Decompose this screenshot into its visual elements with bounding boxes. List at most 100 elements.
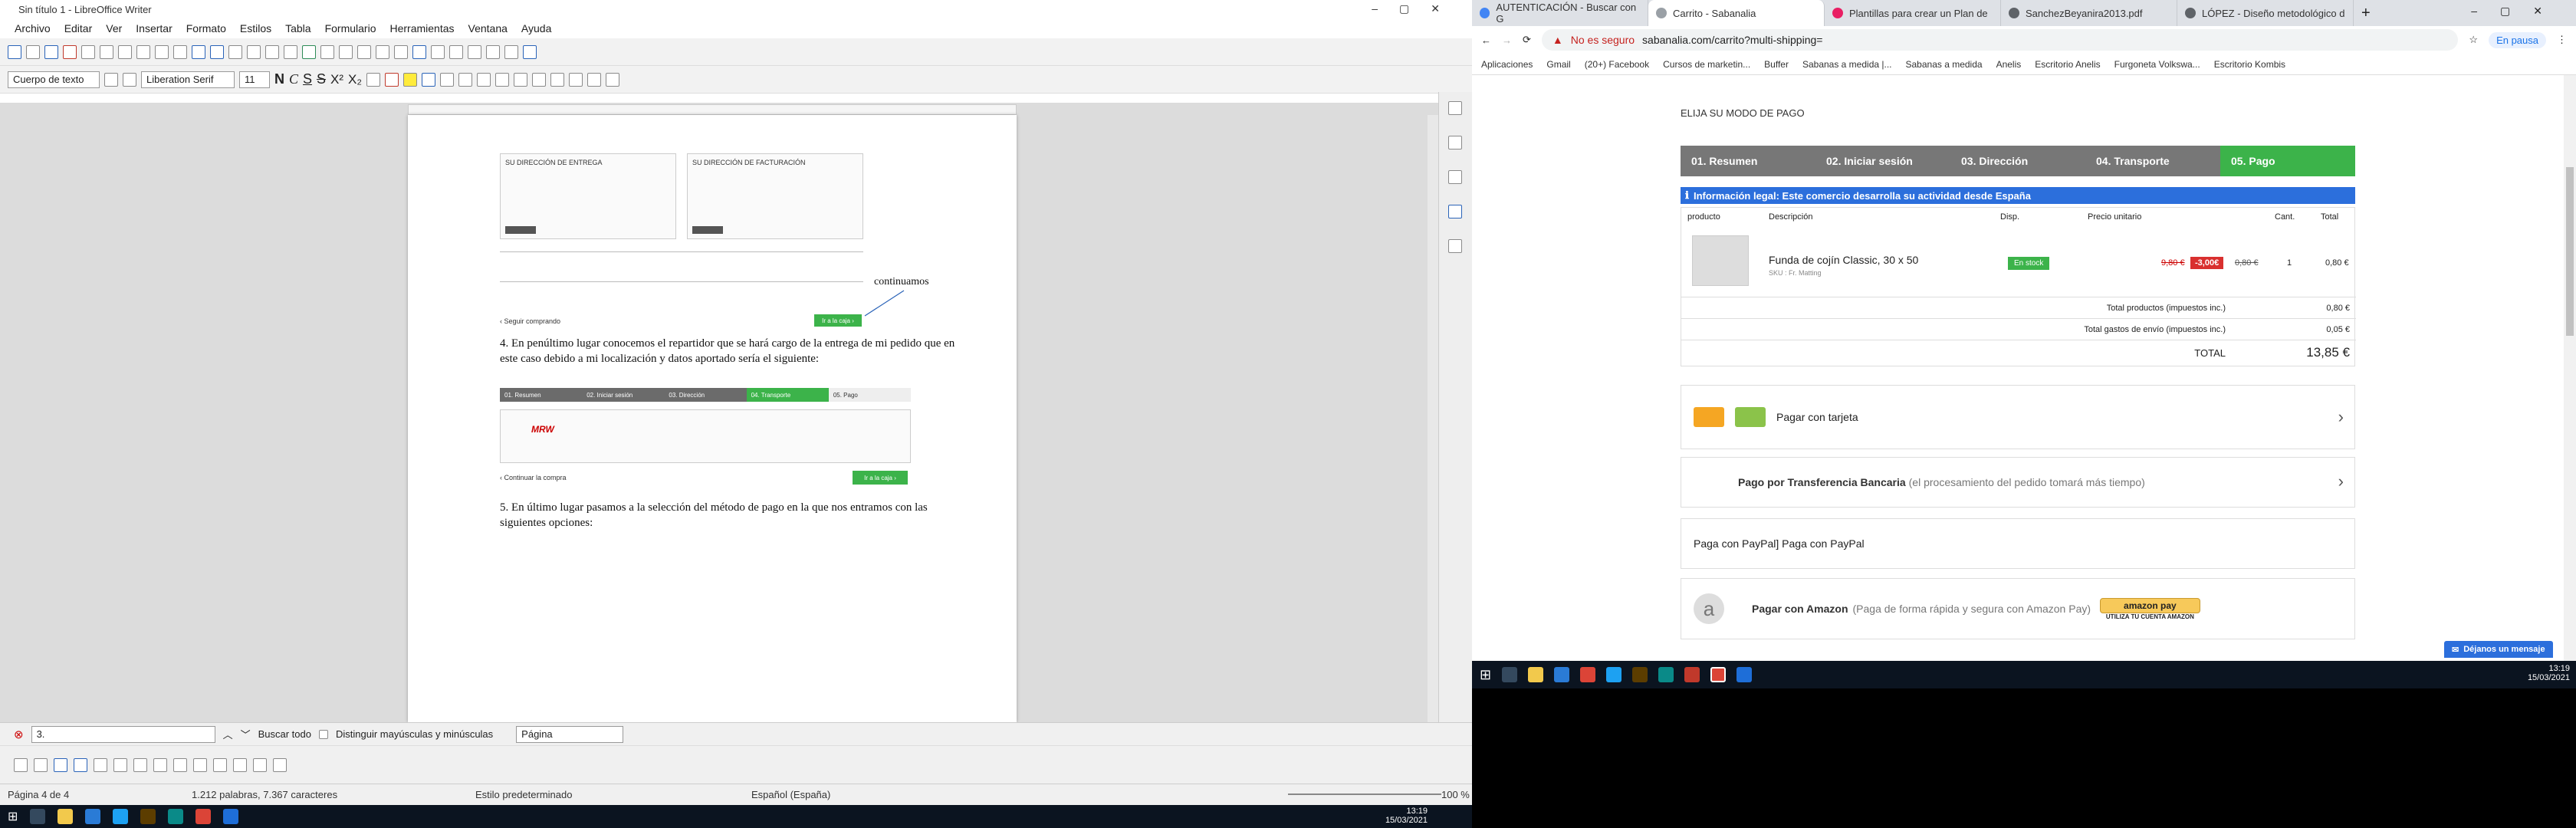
chrome-active-icon[interactable] (1710, 667, 1727, 682)
page-style[interactable]: Estilo predeterminado (475, 789, 572, 800)
bookmark-gmail[interactable]: Gmail (1546, 59, 1570, 70)
language[interactable]: Español (España) (751, 789, 830, 800)
italic-icon[interactable]: C (289, 71, 298, 87)
copy-icon[interactable] (136, 44, 150, 59)
bookmark-anelis[interactable]: Anelis (1996, 59, 2022, 70)
zoom-slider[interactable] (1288, 794, 1441, 795)
tab-1[interactable]: AUTENTICACIÓN - Buscar con G (1472, 0, 1648, 26)
menu-editar[interactable]: Editar (58, 22, 100, 34)
outline-icon[interactable] (532, 72, 546, 87)
pay-paypal-option[interactable]: Paga con PayPal] Paga con PayPal (1681, 518, 2355, 569)
menu-herramientas[interactable]: Herramientas (383, 22, 461, 34)
window-controls[interactable]: –▢✕ (1372, 2, 1461, 15)
profile-button[interactable]: En pausa (2489, 31, 2546, 48)
menu-ventana[interactable]: Ventana (462, 22, 514, 34)
field-icon[interactable] (376, 44, 389, 59)
chrome-icon[interactable] (196, 809, 212, 824)
footnote-icon[interactable] (431, 44, 445, 59)
curve-icon[interactable] (74, 757, 87, 772)
line-icon[interactable] (486, 44, 500, 59)
update-style-icon[interactable] (104, 72, 118, 87)
chrome-icon[interactable] (1580, 667, 1596, 682)
new-style-icon[interactable] (123, 72, 136, 87)
bookmark-kombis[interactable]: Escritorio Kombis (2214, 59, 2285, 70)
bookmark-facebook[interactable]: (20+) Facebook (1585, 59, 1649, 70)
spelling-icon[interactable] (247, 44, 261, 59)
save-icon[interactable] (44, 44, 58, 59)
windows-start-icon[interactable]: ⊞ (8, 809, 18, 824)
match-case-checkbox[interactable] (318, 729, 328, 739)
vscode-icon[interactable] (85, 809, 101, 824)
table-icon[interactable] (284, 44, 297, 59)
page-icon[interactable] (1448, 136, 1462, 150)
bookmark-apps[interactable]: Aplicaciones (1481, 59, 1533, 70)
track-changes-icon[interactable] (468, 44, 481, 59)
menu-icon[interactable]: ⋮ (2557, 34, 2567, 46)
tab-4[interactable]: SanchezBeyanira2013.pdf (2001, 0, 2177, 26)
document-page[interactable]: SU DIRECCIÓN DE ENTREGA SU DIRECCIÓN DE … (408, 115, 1017, 722)
line-spacing-icon[interactable] (587, 72, 601, 87)
menu-archivo[interactable]: Archivo (8, 22, 58, 34)
triangle-icon[interactable] (133, 757, 147, 772)
find-all-button[interactable]: Buscar todo (258, 728, 311, 740)
stars-icon[interactable] (213, 757, 227, 772)
font-color-icon[interactable] (385, 72, 399, 87)
back-icon[interactable]: ← (1481, 34, 1491, 46)
gallery-icon[interactable] (1448, 205, 1462, 219)
menu-ver[interactable]: Ver (99, 22, 129, 34)
undo-icon[interactable] (192, 44, 205, 59)
edge-icon[interactable] (1658, 667, 1674, 682)
print-icon[interactable] (81, 44, 95, 59)
tab-3[interactable]: Plantillas para crear un Plan de (1825, 0, 2001, 26)
subscript-icon[interactable]: X₂ (348, 72, 362, 87)
product-name[interactable]: Funda de cojín Classic, 30 x 50 (1769, 254, 1918, 266)
menu-estilos[interactable]: Estilos (233, 22, 278, 34)
menu-insertar[interactable]: Insertar (129, 22, 179, 34)
chat-widget[interactable]: ✉ Déjanos un mensaje (2444, 641, 2553, 658)
clone-icon[interactable] (173, 44, 187, 59)
open-icon[interactable] (26, 44, 40, 59)
step-address[interactable]: 03. Dirección (1950, 146, 2085, 176)
block-arrows-icon[interactable] (193, 757, 207, 772)
tab-2[interactable]: Carrito - Sabanalia (1648, 0, 1825, 26)
skype-icon[interactable] (113, 809, 129, 824)
draw-functions-icon[interactable] (523, 44, 537, 59)
step-shipping[interactable]: 04. Transporte (2085, 146, 2220, 176)
vscode-icon[interactable] (1554, 667, 1570, 682)
bold-icon[interactable]: N (274, 71, 284, 87)
find-replace-icon[interactable] (228, 44, 242, 59)
url-text[interactable]: sabanalia.com/carrito?multi-shipping= (1642, 34, 1822, 46)
writer-taskbar-icon[interactable] (1737, 667, 1753, 682)
bookmark-sabanas-2[interactable]: Sabanas a medida (1906, 59, 1983, 70)
styles-icon[interactable] (1448, 170, 1462, 184)
file-explorer-icon[interactable] (1528, 667, 1544, 682)
comment-icon[interactable] (449, 44, 463, 59)
line-tool-icon[interactable] (34, 757, 48, 772)
callouts-icon[interactable] (233, 757, 247, 772)
pay-card-option[interactable]: Pagar con tarjeta › (1681, 385, 2355, 449)
find-scope-select[interactable]: Página (516, 725, 624, 743)
forward-icon[interactable]: → (1502, 34, 1512, 46)
image-icon[interactable] (302, 44, 316, 59)
find-input[interactable]: 3. (31, 725, 215, 743)
redo-icon[interactable] (210, 44, 224, 59)
file-explorer-icon[interactable] (58, 809, 74, 824)
window-controls[interactable]: –▢✕ (2471, 5, 2565, 18)
writer-taskbar-icon[interactable] (223, 809, 239, 824)
basic-shapes-icon[interactable] (153, 757, 167, 772)
ruler[interactable] (408, 104, 1017, 115)
pay-amazon-option[interactable]: a Pagar con Amazon (Paga de forma rápida… (1681, 578, 2355, 639)
amazon-pay-button[interactable]: amazon pay UTILIZA TU CUENTA AMAZON (2100, 597, 2200, 620)
highlight-icon[interactable] (403, 72, 417, 87)
align-left-icon[interactable] (422, 72, 435, 87)
zoom-level[interactable]: 100 % (1441, 789, 1470, 800)
task-view-icon[interactable] (30, 809, 46, 824)
fireworks-icon[interactable] (1632, 667, 1648, 682)
navigator-icon[interactable] (1448, 239, 1462, 253)
page-count[interactable]: Página 4 de 4 (8, 789, 69, 800)
superscript-icon[interactable]: X² (330, 72, 343, 87)
indent-icon[interactable] (550, 72, 564, 87)
outdent-icon[interactable] (569, 72, 583, 87)
star-icon[interactable]: ☆ (2469, 34, 2478, 46)
paste-icon[interactable] (155, 44, 169, 59)
